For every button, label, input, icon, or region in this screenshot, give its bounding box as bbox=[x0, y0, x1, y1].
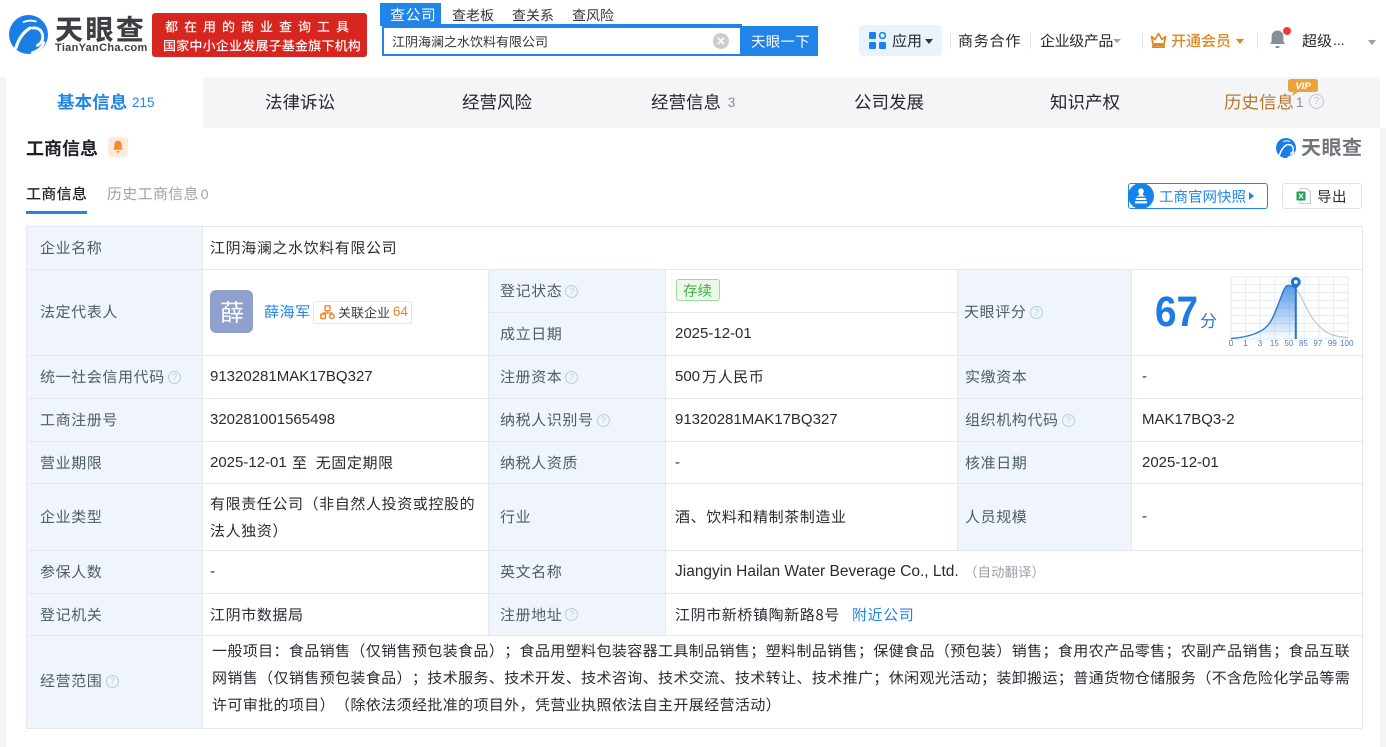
svg-text:VIP: VIP bbox=[1295, 81, 1311, 92]
